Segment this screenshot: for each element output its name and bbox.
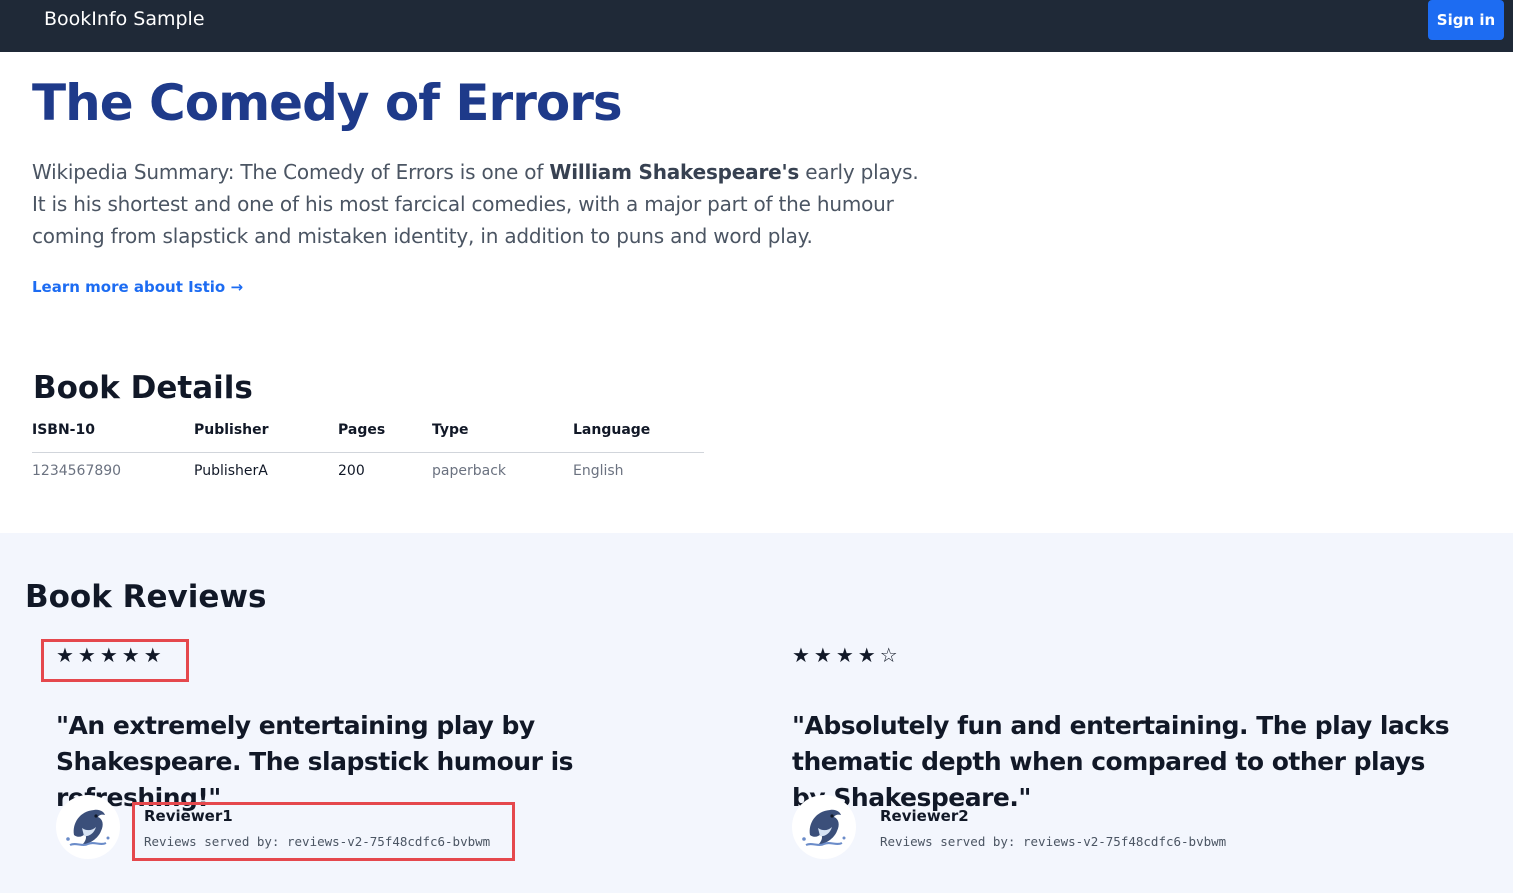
table-row: 1234567890 PublisherA 200 paperback Engl…: [32, 453, 704, 490]
highlight-box-rating: [41, 639, 189, 682]
cell-type: paperback: [432, 463, 506, 479]
cell-pages: 200: [338, 463, 365, 479]
brand-title[interactable]: BookInfo Sample: [44, 8, 205, 30]
star-rating: ★★★★☆: [792, 643, 902, 668]
sign-in-button[interactable]: Sign in: [1428, 0, 1504, 40]
book-summary: Wikipedia Summary: The Comedy of Errors …: [32, 156, 922, 252]
top-navbar: BookInfo Sample Sign in: [0, 0, 1513, 52]
dolphin-avatar-icon: [792, 795, 856, 859]
review-quote: "Absolutely fun and entertaining. The pl…: [792, 711, 1450, 812]
learn-more-link[interactable]: Learn more about Istio →: [32, 278, 243, 296]
served-by-label: Reviews served by: reviews-v2-75f48cdfc6…: [144, 834, 491, 849]
column-pages: Pages: [338, 412, 432, 453]
column-isbn: ISBN-10: [32, 412, 194, 453]
column-publisher: Publisher: [194, 412, 338, 453]
reviewer-name: Reviewer1: [144, 807, 233, 825]
cell-language: English: [573, 463, 624, 479]
column-type: Type: [432, 412, 573, 453]
cell-publisher: PublisherA: [194, 463, 268, 479]
reviews-section: Book Reviews ★★★★★ "An extremely enterta…: [0, 533, 1513, 893]
dolphin-avatar-icon: [56, 795, 120, 859]
reviewer-name: Reviewer2: [880, 807, 969, 825]
star-rating-text: ★★★★☆: [792, 645, 902, 667]
book-reviews-heading: Book Reviews: [25, 579, 267, 615]
review-quote: "An extremely entertaining play by Shake…: [56, 711, 574, 812]
book-details-heading: Book Details: [33, 370, 253, 406]
book-title: The Comedy of Errors: [32, 74, 623, 132]
book-details-table: ISBN-10 Publisher Pages Type Language 12…: [32, 412, 704, 489]
summary-prefix: Wikipedia Summary: The Comedy of Errors …: [32, 160, 550, 184]
summary-author: William Shakespeare's: [549, 160, 800, 184]
table-header-row: ISBN-10 Publisher Pages Type Language: [32, 412, 704, 453]
cell-isbn: 1234567890: [32, 463, 122, 479]
served-by-label: Reviews served by: reviews-v2-75f48cdfc6…: [880, 834, 1227, 849]
column-language: Language: [573, 412, 704, 453]
